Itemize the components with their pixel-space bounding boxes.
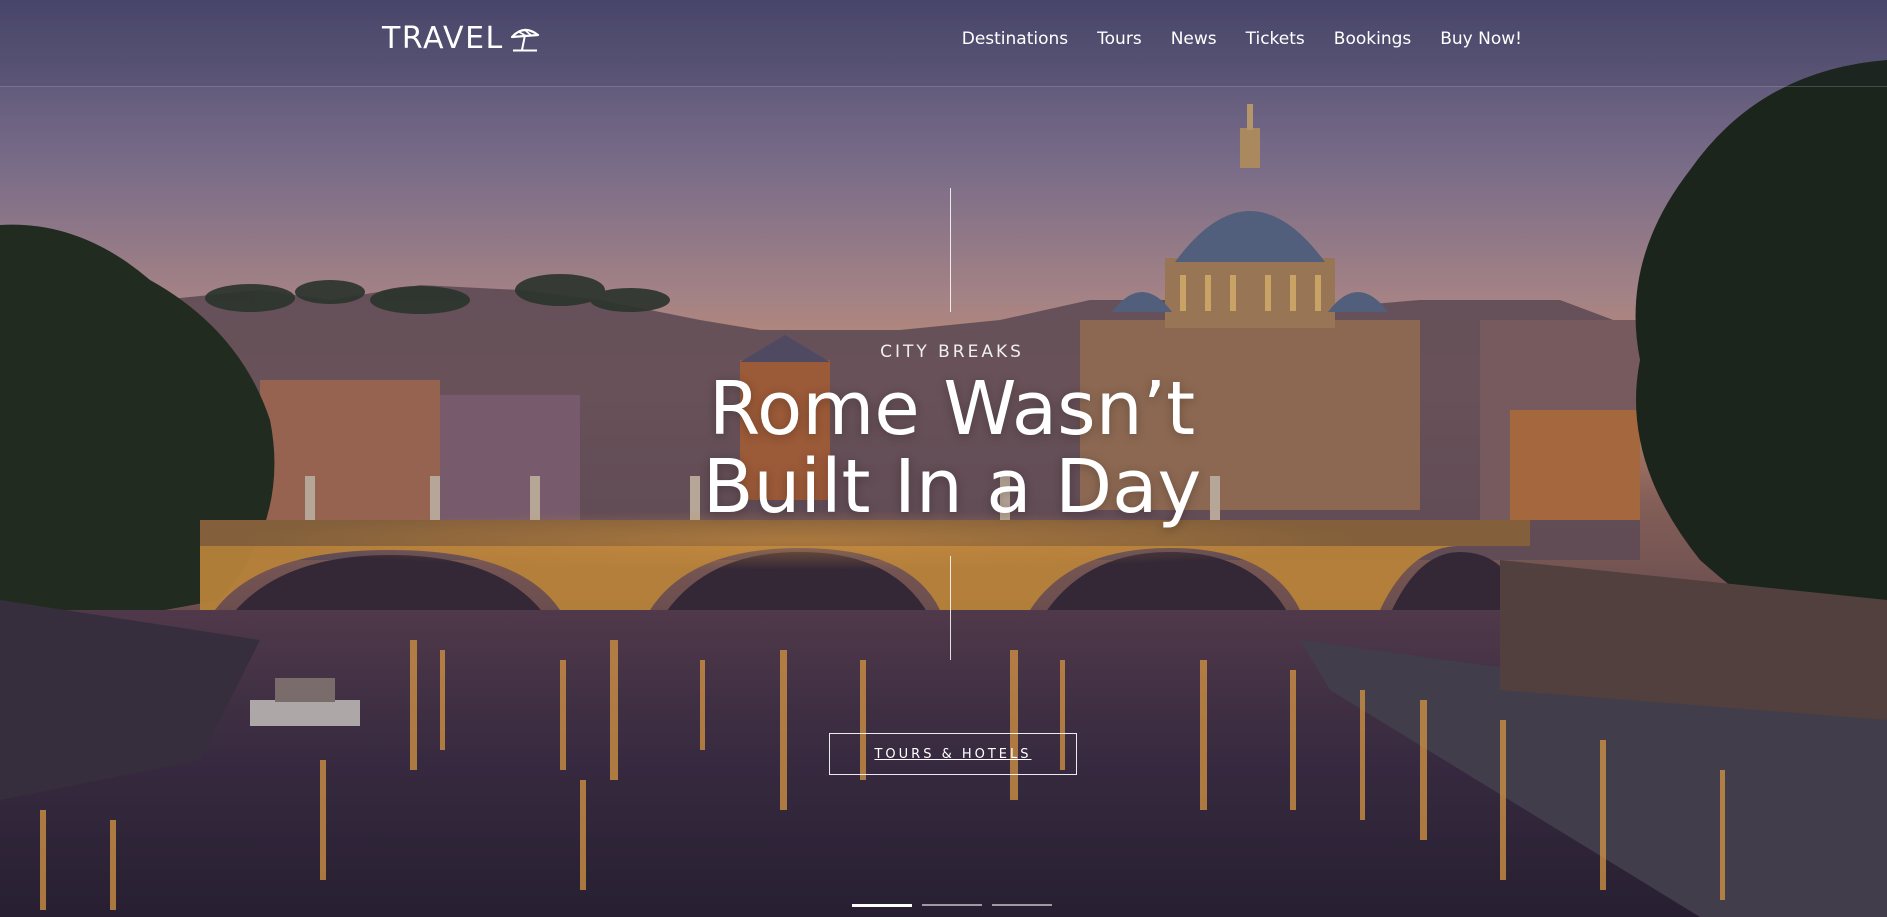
menu-link-tickets[interactable]: Tickets (1246, 24, 1305, 54)
beach-umbrella-icon (510, 26, 540, 52)
menu-link-news[interactable]: News (1171, 24, 1217, 54)
menu-item-tickets: Tickets (1217, 24, 1305, 54)
main-menu: Destinations Tours News Tickets Bookings… (933, 24, 1522, 54)
slide-indicator-3[interactable] (992, 904, 1052, 906)
hero-headline-line-2: Built In a Day (702, 444, 1202, 530)
hero-headline-line-1: Rome Wasn’t (708, 366, 1196, 452)
top-navigation-bar: TRAVEL Destinations Tours News Tickets B… (0, 0, 1887, 87)
menu-item-bookings: Bookings (1305, 24, 1411, 54)
brand-logo[interactable]: TRAVEL (382, 20, 540, 58)
menu-link-destinations[interactable]: Destinations (962, 24, 1068, 54)
menu-item-tours: Tours (1068, 24, 1142, 54)
hero-kicker: CITY BREAKS (880, 342, 1024, 362)
slide-indicator-2[interactable] (922, 904, 982, 906)
menu-item-destinations: Destinations (933, 24, 1068, 54)
hero-headline: Rome Wasn’t Built In a Day (0, 370, 1887, 526)
slider-pagination (852, 904, 1052, 907)
decorative-vertical-line-top (950, 188, 951, 312)
menu-item-news: News (1142, 24, 1217, 54)
brand-name: TRAVEL (382, 21, 504, 56)
menu-link-tours[interactable]: Tours (1097, 24, 1142, 54)
slide-indicator-1[interactable] (852, 904, 912, 907)
menu-link-bookings[interactable]: Bookings (1334, 24, 1411, 54)
menu-link-buy-now[interactable]: Buy Now! (1440, 24, 1522, 54)
menu-item-buy-now: Buy Now! (1411, 24, 1522, 54)
tours-hotels-button[interactable]: TOURS & HOTELS (829, 733, 1077, 775)
hero-slider: TRAVEL Destinations Tours News Tickets B… (0, 0, 1887, 917)
decorative-vertical-line-bottom (950, 556, 951, 660)
